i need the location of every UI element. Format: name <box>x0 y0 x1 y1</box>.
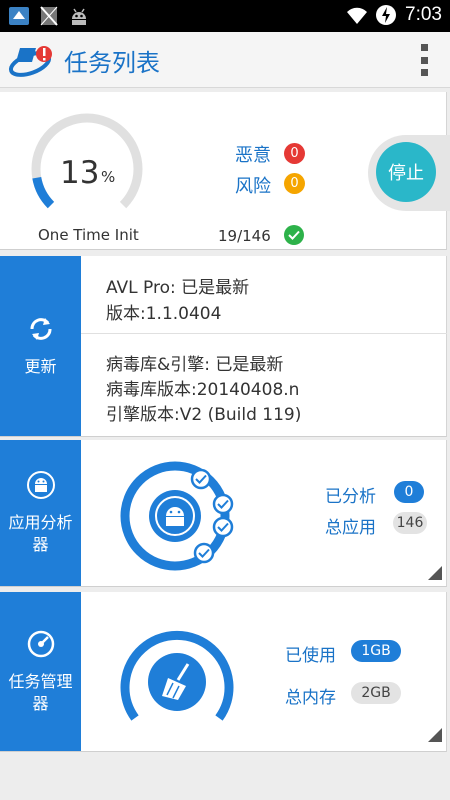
memory-used-badge: 1GB <box>351 640 401 662</box>
app-analyzer-tab-label: 应用分析器 <box>8 513 73 554</box>
app-notification-icon <box>8 5 30 27</box>
analyzed-check-icon <box>193 542 215 564</box>
total-apps-label: 总应用 <box>325 518 376 538</box>
android-icon <box>68 5 90 27</box>
no-sim-icon <box>38 5 60 27</box>
app-bar: 任务列表 <box>0 32 450 88</box>
update-divider <box>81 333 447 334</box>
app-analyzer-tab[interactable]: 应用分析器 <box>0 440 81 586</box>
app-logo-icon <box>6 40 58 80</box>
task-manager-tab[interactable]: 任务管理器 <box>0 592 81 751</box>
memory-total-badge: 2GB <box>351 682 401 704</box>
malicious-label: 恶意 <box>235 145 271 166</box>
update-tab[interactable]: 更新 <box>0 256 81 436</box>
malicious-count-badge: 0 <box>284 143 305 164</box>
status-bar-right: 7:03 <box>345 4 442 26</box>
refresh-icon <box>30 318 51 340</box>
scanned-count: 19/146 <box>218 227 271 245</box>
expand-corner-icon[interactable] <box>428 566 442 580</box>
engine-build: 引擎版本:V2 (Build 119) <box>106 405 302 425</box>
stop-button[interactable]: 停止 <box>376 142 436 202</box>
scan-progress-unit: % <box>101 168 116 186</box>
scan-progress-fill <box>32 176 55 209</box>
analyzed-count-badge: 0 <box>394 481 424 503</box>
expand-corner-icon[interactable] <box>428 728 442 742</box>
memory-used-label: 已使用 <box>285 646 336 666</box>
risk-count-badge: 0 <box>284 173 305 194</box>
total-apps-badge: 146 <box>393 512 427 534</box>
task-manager-tab-label: 任务管理器 <box>8 671 73 713</box>
analyzed-check-icon <box>190 468 212 490</box>
overflow-menu-icon[interactable] <box>418 44 430 76</box>
analyzed-check-icon <box>212 493 234 515</box>
virus-db-status: 病毒库&引擎: 已是最新 <box>106 355 284 375</box>
battery-charging-icon <box>375 4 397 26</box>
update-tab-label: 更新 <box>24 357 57 376</box>
virus-db-version: 病毒库版本:20140408.n <box>106 380 300 400</box>
speedometer-icon <box>27 630 54 657</box>
memory-total-label: 总内存 <box>285 688 336 708</box>
status-bar: 7:03 <box>0 0 450 32</box>
scan-phase-label: One Time Init <box>38 226 139 244</box>
analyzed-label: 已分析 <box>325 487 376 507</box>
wifi-icon <box>345 4 368 26</box>
check-icon <box>284 225 304 245</box>
android-analyzer-icon <box>26 471 55 499</box>
page-title: 任务列表 <box>64 49 160 77</box>
clock: 7:03 <box>405 4 442 25</box>
engine-status: AVL Pro: 已是最新 <box>106 278 250 298</box>
scan-progress-value: 13 <box>60 155 100 191</box>
engine-version: 版本:1.1.0404 <box>106 304 222 324</box>
status-bar-left <box>8 5 90 27</box>
risk-label: 风险 <box>235 176 271 197</box>
analyzed-check-icon <box>212 516 234 538</box>
broom-icon <box>162 663 190 700</box>
